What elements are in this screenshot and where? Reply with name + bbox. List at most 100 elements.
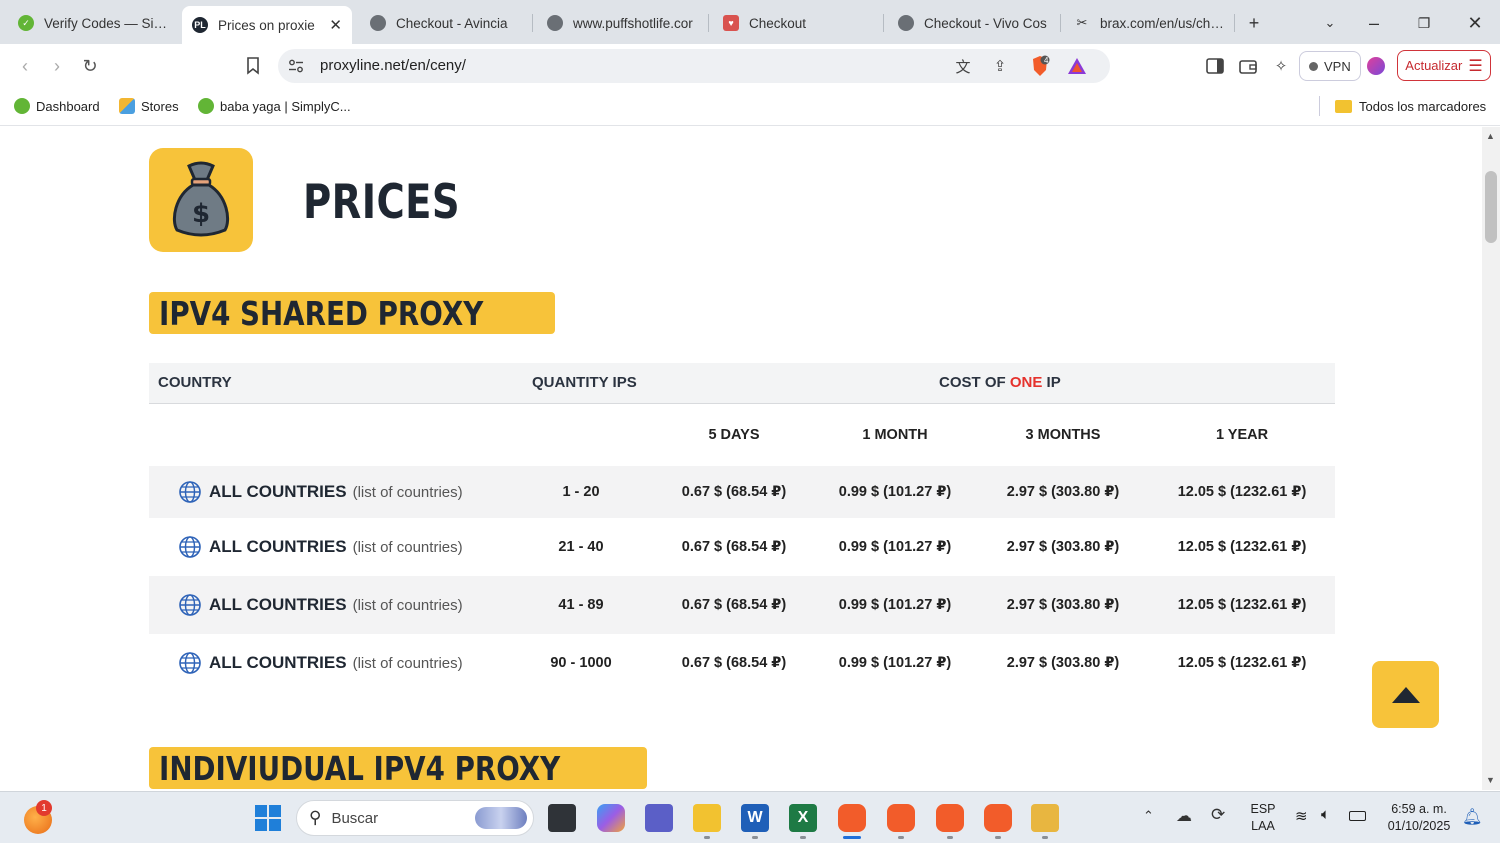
header-cost-prefix: COST OF <box>939 374 1010 391</box>
price-cell: 2.97 $ (303.80 ₽) <box>1006 484 1120 500</box>
brave-shields-icon[interactable]: 4 <box>1028 55 1052 77</box>
section-heading-text: IPV4 SHARED PROXY <box>159 293 484 333</box>
brave-rewards-icon[interactable] <box>1065 55 1089 77</box>
bookmark-dashboard[interactable]: Dashboard <box>14 96 100 116</box>
minimize-window-icon[interactable]: – <box>1360 10 1388 36</box>
bookmark-stores[interactable]: Stores <box>119 96 179 116</box>
folder-icon <box>1335 99 1352 113</box>
header-country: COUNTRY <box>158 374 232 391</box>
money-bag-icon: $ <box>172 161 230 237</box>
excel-icon[interactable]: X <box>789 804 817 832</box>
list-of-countries-link[interactable]: (list of countries) <box>353 484 463 501</box>
bookmarks-divider <box>1319 96 1320 116</box>
running-indicator <box>800 836 806 839</box>
site-settings-icon[interactable] <box>284 55 308 77</box>
close-tab-icon[interactable]: ✕ <box>329 16 342 34</box>
windows-start-icon[interactable] <box>254 804 282 832</box>
tab-prices-proxyline[interactable]: PL Prices on proxie ✕ <box>182 6 352 44</box>
clock[interactable]: 6:59 a. m. 01/10/2025 <box>1378 801 1460 835</box>
scroll-down-arrow-icon[interactable]: ▼ <box>1486 775 1496 785</box>
country-name: ALL COUNTRIES <box>209 653 347 672</box>
update-browser-button[interactable]: Actualizar ☰ <box>1397 50 1491 81</box>
file-explorer-icon[interactable] <box>693 804 721 832</box>
period-3-months: 3 MONTHS <box>1025 427 1101 443</box>
address-bar[interactable]: proxyline.net/en/ceny/ 文 ⇪ 4 <box>278 49 1110 83</box>
tab-puffshotlife[interactable]: www.puffshotlife.cor <box>537 6 707 40</box>
tab-brax[interactable]: ✂ brax.com/en/us/chec <box>1064 6 1234 40</box>
back-arrow-icon[interactable]: ‹ <box>11 52 39 80</box>
table-header: COUNTRY QUANTITY IPS COST OF ONE IP <box>149 363 1335 404</box>
profile-avatar-icon[interactable] <box>1364 54 1388 78</box>
restore-window-icon[interactable]: ❐ <box>1410 10 1438 36</box>
country-name: ALL COUNTRIES <box>209 595 347 614</box>
tab-search-chevron-down-icon[interactable]: ⌄ <box>1316 10 1344 36</box>
tab-title: Checkout <box>749 15 807 31</box>
translate-icon[interactable]: 文 <box>951 55 975 77</box>
list-of-countries-link[interactable]: (list of countries) <box>353 539 463 556</box>
brave-browser-icon[interactable] <box>838 804 866 832</box>
vpn-button[interactable]: VPN <box>1299 51 1361 81</box>
task-view-icon[interactable] <box>548 804 576 832</box>
price-cell: 12.05 $ (1232.61 ₽) <box>1177 539 1307 555</box>
scroll-up-arrow-icon[interactable]: ▲ <box>1486 131 1496 141</box>
wifi-icon[interactable]: ≋ <box>1295 807 1308 825</box>
teams-icon[interactable] <box>645 804 673 832</box>
globe-icon <box>179 594 201 616</box>
section-heading-individual: INDIVIUDUAL IPV4 PROXY <box>149 747 647 789</box>
tab-checkout[interactable]: ♥ Checkout <box>713 6 883 40</box>
battery-icon[interactable] <box>1349 811 1366 821</box>
price-cell: 0.67 $ (68.54 ₽) <box>681 655 787 671</box>
taskbar-search-box[interactable]: ⚲ Buscar <box>296 800 534 836</box>
tab-verify-codes[interactable]: ✓ Verify Codes — Simp <box>8 6 178 40</box>
share-icon[interactable]: ⇪ <box>988 55 1012 77</box>
hand-app-icon[interactable] <box>1031 804 1059 832</box>
tab-title: Verify Codes — Simp <box>44 15 168 31</box>
price-cell: 0.67 $ (68.54 ₽) <box>681 539 787 555</box>
bookmark-label: Dashboard <box>36 98 100 114</box>
leo-ai-icon[interactable]: ✧ <box>1269 54 1293 78</box>
globe-icon <box>179 652 201 674</box>
sidebar-toggle-icon[interactable] <box>1203 54 1227 78</box>
heart-favicon-icon: ♥ <box>723 15 739 31</box>
bookmark-baba-yaga[interactable]: baba yaga | SimplyC... <box>198 96 351 116</box>
pricing-table: COUNTRY QUANTITY IPS COST OF ONE IP 5 DA… <box>149 363 1335 692</box>
forward-arrow-icon[interactable]: › <box>43 52 71 80</box>
brave-browser-profile-icon[interactable] <box>887 804 915 832</box>
header-cost-suffix: IP <box>1042 374 1061 391</box>
header-cost-accent: ONE <box>1009 374 1043 391</box>
price-cell: 2.97 $ (303.80 ₽) <box>1006 539 1120 555</box>
page-scrollbar[interactable]: ▲ ▼ <box>1482 127 1500 790</box>
list-of-countries-link[interactable]: (list of countries) <box>353 597 463 614</box>
bookmark-icon[interactable] <box>239 52 267 80</box>
tab-title: brax.com/en/us/chec <box>1100 15 1224 31</box>
globe-favicon-icon <box>370 15 386 31</box>
notification-bell-icon[interactable]: 🔔︎ <box>1462 807 1482 827</box>
show-hidden-icons-chevron-icon[interactable]: ⌃ <box>1143 808 1154 824</box>
scrollbar-thumb[interactable] <box>1485 171 1497 243</box>
volume-icon[interactable]: 🔈︎ <box>1321 806 1330 823</box>
page-viewport: $ PRICES IPV4 SHARED PROXY COUNTRY QUANT… <box>0 127 1482 790</box>
proxyline-favicon-icon: PL <box>192 17 208 33</box>
reload-icon[interactable]: ↻ <box>76 52 104 80</box>
keyboard-layout: LAA <box>1251 819 1275 833</box>
word-icon[interactable]: W <box>741 804 769 832</box>
close-window-icon[interactable]: ✕ <box>1461 10 1489 36</box>
tab-checkout-avincia[interactable]: Checkout - Avincia <box>360 6 530 40</box>
brave-browser-profile-icon[interactable] <box>984 804 1012 832</box>
globe-favicon-icon <box>547 15 563 31</box>
all-bookmarks-folder[interactable]: Todos los marcadores <box>1335 96 1486 116</box>
sync-icon[interactable]: ⟳ <box>1211 805 1225 825</box>
wallet-icon[interactable] <box>1236 54 1260 78</box>
input-language-indicator[interactable]: ESP LAA <box>1246 801 1280 835</box>
onedrive-cloud-icon[interactable]: ☁ <box>1176 806 1192 826</box>
brave-browser-profile-icon[interactable] <box>936 804 964 832</box>
scroll-to-top-button[interactable] <box>1372 661 1439 728</box>
search-highlight-image <box>475 807 527 829</box>
quantity-cell: 1 - 20 <box>562 484 600 500</box>
list-of-countries-link[interactable]: (list of countries) <box>353 655 463 672</box>
country-cell: ALL COUNTRIES (list of countries) <box>178 576 463 634</box>
new-tab-plus-icon[interactable]: + <box>1240 10 1268 36</box>
quantity-cell: 90 - 1000 <box>550 655 612 671</box>
tab-checkout-vivo[interactable]: Checkout - Vivo Cos <box>888 6 1058 40</box>
copilot-icon[interactable] <box>597 804 625 832</box>
